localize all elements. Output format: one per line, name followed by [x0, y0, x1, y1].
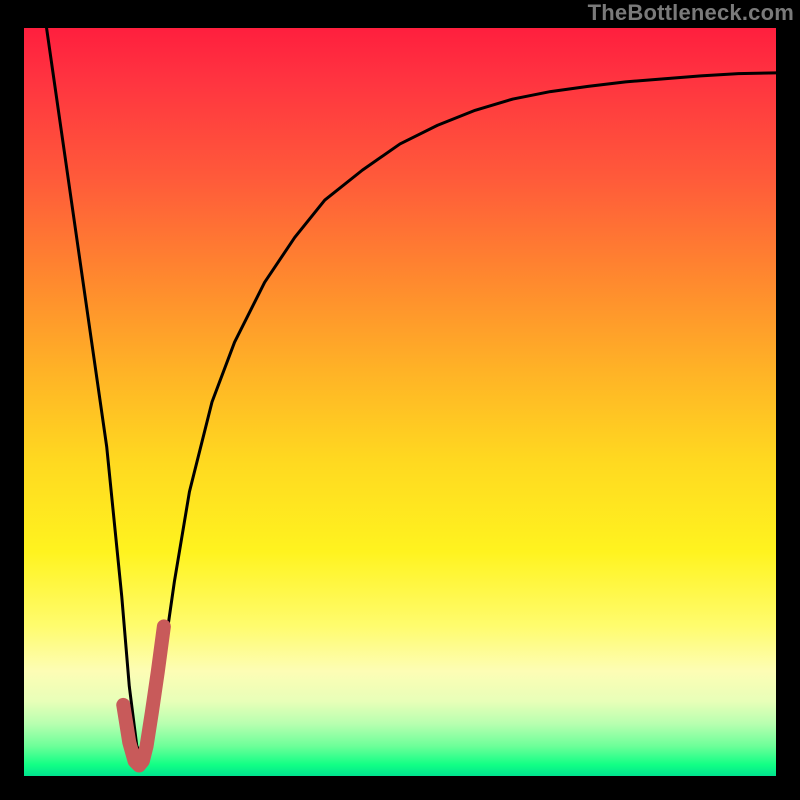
chart-svg: [24, 28, 776, 776]
attribution-label: TheBottleneck.com: [588, 0, 794, 26]
chart-plot-area: [24, 28, 776, 776]
